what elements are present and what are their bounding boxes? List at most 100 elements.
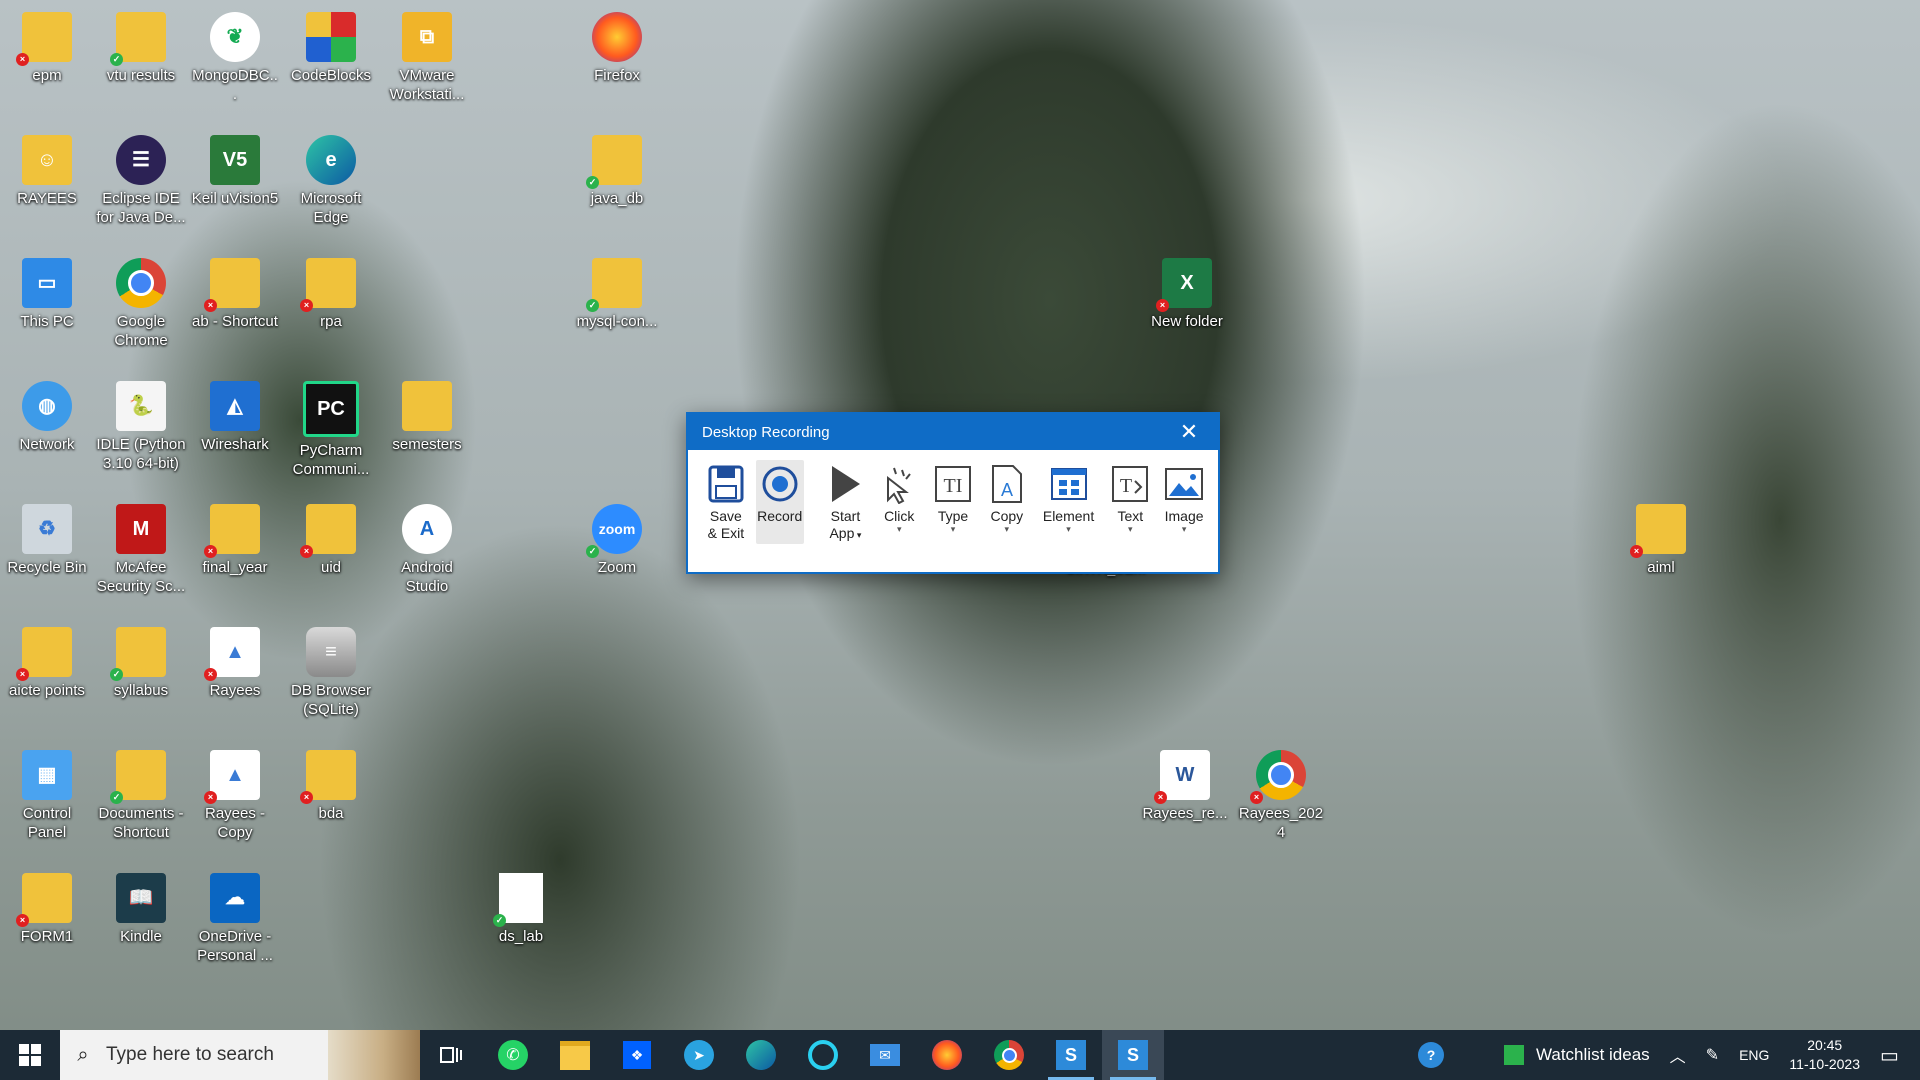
desktop-icon-syllabus[interactable]: ✓ syllabus: [96, 619, 186, 700]
chevron-up-icon[interactable]: ︿: [1660, 1030, 1696, 1080]
folder-icon: ×: [16, 627, 72, 681]
desktop-icon-pycharm[interactable]: PC PyCharm Communi...: [286, 373, 376, 479]
click-button[interactable]: Click ▾: [875, 460, 923, 544]
sync-error-badge-icon: ×: [204, 668, 217, 681]
desktop-icon-mongodb-compass[interactable]: ❦ MongoDBC...: [190, 4, 280, 104]
chevron-down-icon[interactable]: ▾: [929, 525, 977, 534]
desktop-icon-db-browser[interactable]: ≡ DB Browser (SQLite): [286, 619, 376, 719]
desktop-icon-form1[interactable]: × FORM1: [2, 865, 92, 946]
telegram-icon[interactable]: ➤: [668, 1030, 730, 1080]
desktop-icon-ds-lab[interactable]: ✓ ds_lab: [476, 865, 566, 946]
taskbar: ⌕ Type here to search ✆ ❖ ➤ ✉ S S ? Watc…: [0, 1030, 1920, 1080]
desktop-icon-bda[interactable]: × bda: [286, 742, 376, 823]
desktop-icon-mysql-connector[interactable]: ✓ mysql-con...: [572, 250, 662, 331]
chrome-icon[interactable]: [978, 1030, 1040, 1080]
desktop-icon-recycle-bin[interactable]: ♻ Recycle Bin: [2, 496, 92, 577]
element-button[interactable]: Element ▾: [1037, 460, 1101, 544]
desktop-icon-wireshark[interactable]: ◭ Wireshark: [190, 373, 280, 454]
chevron-down-icon[interactable]: ▾: [1106, 525, 1154, 534]
vmware-icon: ⧉: [402, 12, 452, 62]
desktop-icon-firefox[interactable]: Firefox: [572, 4, 662, 85]
folder-icon: ×: [16, 873, 72, 927]
chevron-down-icon[interactable]: ▾: [1037, 525, 1101, 534]
dialog-titlebar[interactable]: Desktop Recording ✕: [688, 414, 1218, 450]
play-icon: [825, 464, 865, 504]
desktop-icon-java-db[interactable]: ✓ java_db: [572, 127, 662, 208]
desktop-icon-new-folder[interactable]: X × New folder: [1142, 250, 1232, 331]
chevron-down-icon[interactable]: ▾: [983, 525, 1031, 534]
desktop-icon-onedrive[interactable]: ☁ OneDrive - Personal ...: [190, 865, 280, 965]
synced-badge-icon: ✓: [110, 668, 123, 681]
file-explorer-icon[interactable]: [544, 1030, 606, 1080]
desktop-icon-zoom[interactable]: zoom ✓ Zoom: [572, 496, 662, 577]
desktop-icon-documents-shortcut[interactable]: ✓ Documents - Shortcut: [96, 742, 186, 842]
record-button[interactable]: Record: [755, 460, 804, 544]
notification-icon[interactable]: ▭: [1870, 1030, 1920, 1080]
desktop-recording-dialog: Desktop Recording ✕ Save & Exit Record S…: [686, 412, 1220, 574]
start-button[interactable]: [0, 1030, 60, 1080]
desktop-icon-mcafee[interactable]: M McAfee Security Sc...: [96, 496, 186, 596]
type-button[interactable]: TI Type ▾: [929, 460, 977, 544]
python-idle-icon: 🐍: [116, 381, 166, 431]
desktop-icon-uid[interactable]: × uid: [286, 496, 376, 577]
desktop-icon-rayees-user[interactable]: ☺ RAYEES: [2, 127, 92, 208]
zoom-icon: zoom ✓: [586, 504, 642, 558]
uipath-recorder-icon[interactable]: S: [1102, 1030, 1164, 1080]
language-indicator[interactable]: ENG: [1729, 1030, 1779, 1080]
desktop-icon-vtu-results[interactable]: ✓ vtu results: [96, 4, 186, 85]
desktop-icon-idle-python[interactable]: 🐍 IDLE (Python 3.10 64-bit): [96, 373, 186, 473]
start-app-button[interactable]: Start App ▾: [822, 460, 870, 544]
desktop-icon-ab-shortcut[interactable]: × ab - Shortcut: [190, 250, 280, 331]
text-button[interactable]: T Text ▾: [1106, 460, 1154, 544]
clock[interactable]: 20:45 11-10-2023: [1779, 1030, 1870, 1080]
uipath-studio-icon[interactable]: S: [1040, 1030, 1102, 1080]
chevron-down-icon[interactable]: ▾: [875, 525, 923, 534]
save-exit-button[interactable]: Save & Exit: [702, 460, 750, 544]
desktop-icon-keil[interactable]: V5 Keil uVision5: [190, 127, 280, 208]
copy-button[interactable]: A Copy ▾: [983, 460, 1031, 544]
desktop-icon-microsoft-edge[interactable]: e Microsoft Edge: [286, 127, 376, 227]
task-view-icon[interactable]: [420, 1030, 482, 1080]
desktop-icon-vmware[interactable]: ⧉ VMware Workstati...: [382, 4, 472, 104]
help-icon[interactable]: ?: [1408, 1030, 1454, 1080]
image-button[interactable]: Image ▾: [1160, 460, 1208, 544]
type-icon: TI: [933, 464, 973, 504]
firefox-icon[interactable]: [916, 1030, 978, 1080]
desktop-icon-codeblocks[interactable]: CodeBlocks: [286, 4, 376, 85]
desktop-icon-google-chrome[interactable]: Google Chrome: [96, 250, 186, 350]
desktop-icon-rayees[interactable]: ▲ × Rayees: [190, 619, 280, 700]
desktop-icon-final-year[interactable]: × final_year: [190, 496, 280, 577]
desktop-icon-control-panel[interactable]: ▦ Control Panel: [2, 742, 92, 842]
desktop-icon-rayees-2024[interactable]: × Rayees_2024: [1236, 742, 1326, 842]
chevron-down-icon[interactable]: ▾: [1160, 525, 1208, 534]
desktop-icon-aicte-points[interactable]: × aicte points: [2, 619, 92, 700]
android-studio-icon: A: [402, 504, 452, 554]
mail-icon[interactable]: ✉: [854, 1030, 916, 1080]
desktop-icon-epm[interactable]: × epm: [2, 4, 92, 85]
desktop-icon-rayees-copy[interactable]: ▲ × Rayees - Copy: [190, 742, 280, 842]
close-icon[interactable]: ✕: [1174, 419, 1204, 445]
edge-icon[interactable]: [730, 1030, 792, 1080]
desktop-icon-semesters[interactable]: semesters: [382, 373, 472, 454]
synced-badge-icon: ✓: [493, 914, 506, 927]
cortana-icon[interactable]: [792, 1030, 854, 1080]
desktop-icon-rpa[interactable]: × rpa: [286, 250, 376, 331]
dropbox-icon[interactable]: ❖: [606, 1030, 668, 1080]
pen-icon[interactable]: ✎: [1696, 1030, 1729, 1080]
desktop-icon-eclipse[interactable]: ☰ Eclipse IDE for Java De...: [96, 127, 186, 227]
desktop-icon-aiml[interactable]: × aiml: [1616, 496, 1706, 577]
desktop-icon-rayees-resume[interactable]: W × Rayees_re...: [1140, 742, 1230, 823]
blank-file-icon: ✓: [493, 873, 543, 927]
clock-time: 20:45: [1807, 1037, 1843, 1053]
desktop-icon-android-studio[interactable]: A Android Studio: [382, 496, 472, 596]
watchlist-widget[interactable]: Watchlist ideas: [1494, 1030, 1660, 1080]
documents-folder-icon: ✓: [110, 750, 166, 804]
whatsapp-icon[interactable]: ✆: [482, 1030, 544, 1080]
desktop-icon-network[interactable]: ◍ Network: [2, 373, 92, 454]
sync-error-badge-icon: ×: [16, 668, 29, 681]
desktop-icon-this-pc[interactable]: ▭ This PC: [2, 250, 92, 331]
cursor-click-icon: [879, 464, 919, 504]
desktop-icon-kindle[interactable]: 📖 Kindle: [96, 865, 186, 946]
taskbar-search-box[interactable]: ⌕ Type here to search: [60, 1030, 420, 1080]
synced-badge-icon: ✓: [110, 791, 123, 804]
